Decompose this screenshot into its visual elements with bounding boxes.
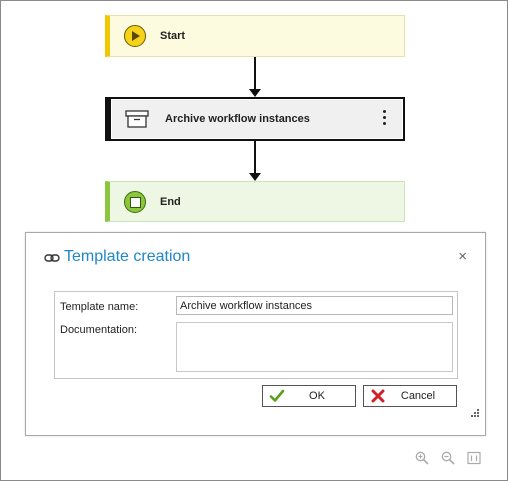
connector-arrow: [249, 57, 261, 97]
x-icon: [371, 389, 385, 403]
stop-icon: [124, 190, 146, 213]
zoom-fit-icon[interactable]: [467, 451, 481, 465]
template-name-input[interactable]: [176, 296, 453, 315]
end-node-label: End: [160, 195, 181, 208]
archive-box-icon: [125, 110, 149, 128]
start-node-label: Start: [160, 30, 186, 42]
close-icon[interactable]: ×: [458, 249, 467, 264]
ok-button[interactable]: OK: [262, 385, 356, 407]
link-icon: [44, 254, 60, 262]
resize-grip-icon[interactable]: [469, 409, 479, 419]
documentation-textarea[interactable]: [176, 322, 453, 372]
task-node-label: Archive workflow instances: [165, 113, 310, 125]
designer-canvas: Start Archive workflow instances End Tem…: [0, 0, 508, 481]
template-creation-dialog: Template creation × Template name: Docum…: [25, 232, 486, 436]
end-node[interactable]: End: [105, 181, 405, 222]
zoom-in-icon[interactable]: [415, 451, 429, 465]
zoom-out-icon[interactable]: [441, 451, 455, 465]
more-options-icon[interactable]: [381, 107, 387, 131]
template-name-label: Template name:: [60, 301, 139, 313]
start-node[interactable]: Start: [105, 15, 405, 57]
task-node-archive[interactable]: Archive workflow instances: [105, 97, 405, 141]
dialog-title: Template creation: [64, 248, 191, 265]
template-form: Template name: Documentation:: [54, 291, 458, 379]
play-icon: [124, 25, 146, 47]
cancel-button[interactable]: Cancel: [363, 385, 457, 407]
connector-arrow: [249, 141, 261, 181]
checkmark-icon: [269, 389, 285, 402]
documentation-label: Documentation:: [60, 324, 138, 336]
